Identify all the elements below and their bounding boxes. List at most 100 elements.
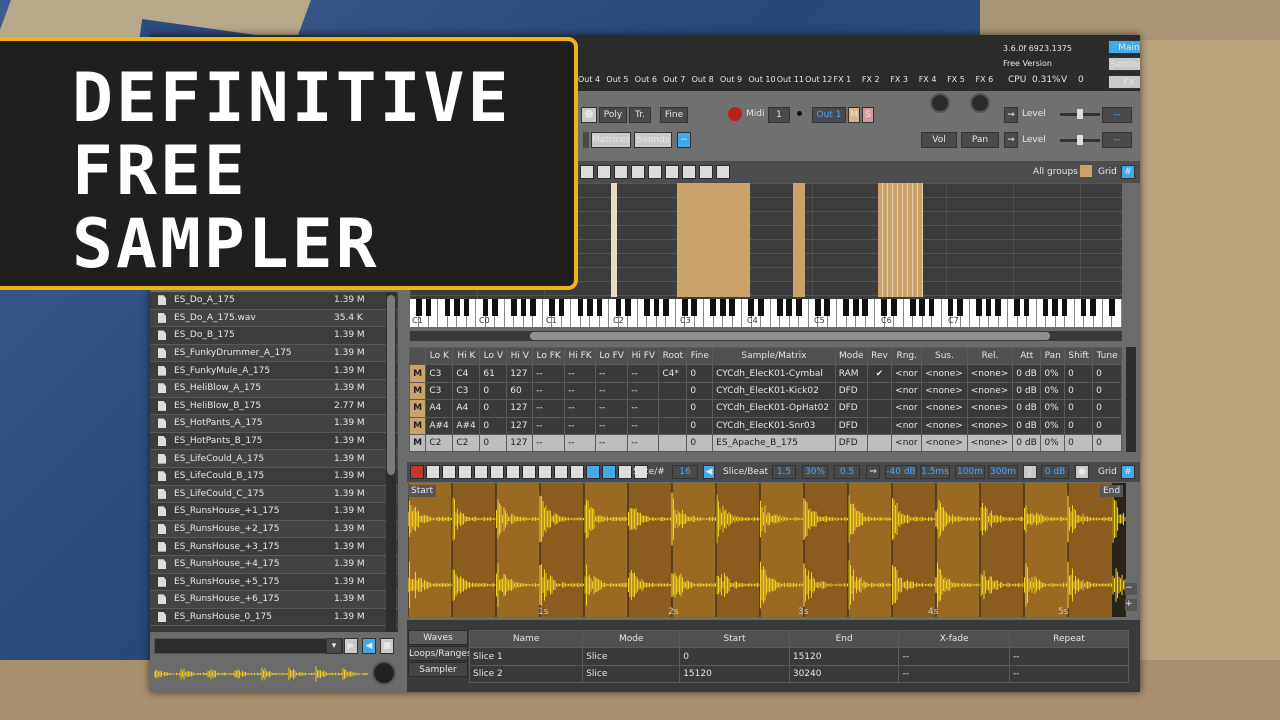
zone-cymbal[interactable]	[611, 183, 617, 297]
list-item[interactable]: ES_RunsHouse_+3_175 1.39 M	[150, 538, 398, 556]
list-item[interactable]: ES_HeliBlow_A_175 1.39 M	[150, 379, 398, 398]
sphere-icon[interactable]	[665, 165, 679, 179]
black-key[interactable]	[1014, 299, 1020, 316]
column-header[interactable]: Hi V	[506, 346, 534, 366]
table-row[interactable]: Slice 2 Slice 15120 30240 -- --	[468, 664, 1130, 684]
table-cell[interactable]: <nor	[891, 381, 923, 401]
link-icon[interactable]: ⇝	[1004, 107, 1018, 123]
black-key[interactable]	[520, 299, 527, 316]
s-tab[interactable]	[583, 132, 589, 148]
link-icon[interactable]	[618, 465, 632, 479]
table-cell[interactable]: 0	[1064, 433, 1094, 453]
knob-icon[interactable]	[930, 93, 950, 113]
marker-icon[interactable]	[522, 465, 536, 479]
slice-region[interactable]	[936, 483, 980, 617]
table-row[interactable]: M C3 C3 0 60 -- -- -- -- 0 CYCdh_ElecK01-Kick02 DFD…	[408, 381, 1122, 401]
list-item[interactable]: ES_HotPants_A_175 1.39 M	[150, 415, 398, 433]
table-cell[interactable]: 0	[1092, 433, 1122, 453]
table-row[interactable]: M C3 C4 61 127 -- -- -- -- C4* 0 CYCdh_ElecK01-Cymb…	[408, 364, 1122, 383]
table-cell[interactable]: 0 dB	[1012, 433, 1042, 453]
table-cell[interactable]: 0	[479, 433, 508, 453]
param-3[interactable]: 0.5	[834, 465, 860, 479]
table-cell[interactable]: --	[594, 381, 629, 401]
mute-cell[interactable]: M	[408, 381, 427, 401]
list-icon[interactable]	[614, 165, 628, 179]
black-key[interactable]	[957, 299, 963, 316]
level-slider-handle-2[interactable]	[1077, 135, 1083, 145]
black-key[interactable]	[795, 299, 802, 316]
output-select[interactable]: Out 1	[812, 107, 846, 123]
zone-apache[interactable]	[677, 183, 750, 297]
black-key[interactable]	[644, 299, 650, 316]
slice-count-input[interactable]: 16	[672, 465, 698, 479]
table-cell[interactable]: 0	[1092, 416, 1122, 435]
list-item[interactable]: ES_LifeCould_A_175 1.39 M	[150, 450, 398, 468]
column-header[interactable]: Sus.	[921, 346, 968, 366]
wave-grid-toggle[interactable]: #	[1121, 465, 1135, 479]
preview-volume-knob[interactable]	[372, 661, 396, 685]
table-cell[interactable]: 0 dB	[1012, 399, 1042, 418]
black-key[interactable]	[985, 299, 992, 316]
table-cell[interactable]	[866, 416, 893, 435]
column-header[interactable]: Rev	[866, 346, 893, 366]
list-item[interactable]: ES_RunsHouse_+4_175 1.39 M	[150, 555, 398, 574]
column-header[interactable]: Shift	[1064, 346, 1094, 366]
table-cell[interactable]: <none>	[921, 416, 968, 435]
table-cell[interactable]: C4*	[658, 364, 688, 383]
mapping-table[interactable]: Lo K Hi K Lo V Hi V Lo FK Hi FK Lo FV Hi FV Root…	[408, 346, 1122, 453]
midi-channel[interactable]: 1	[768, 107, 790, 123]
black-key[interactable]	[530, 299, 536, 316]
black-key[interactable]	[890, 299, 897, 316]
matrices-tab[interactable]: Matrices	[591, 132, 631, 148]
table-cell[interactable]: 127	[506, 416, 534, 435]
table-row[interactable]: M A#4 A#4 0 127 -- -- -- -- 0 CYCdh_ElecK01-Snr03 D…	[408, 416, 1122, 435]
envelope-icon[interactable]	[554, 465, 568, 479]
table-cell[interactable]: --	[564, 364, 596, 383]
table-cell[interactable]: 0	[679, 647, 790, 666]
slice-region[interactable]	[540, 483, 584, 617]
black-key[interactable]	[786, 299, 793, 316]
column-header[interactable]: End	[788, 629, 900, 649]
list-item[interactable]: ES_LifeCould_C_175 1.39 M	[150, 485, 398, 504]
slice-region[interactable]	[1068, 483, 1112, 617]
list-item[interactable]: ES_RunsHouse_+1_175 1.39 M	[150, 503, 398, 521]
table-cell[interactable]: ✔	[866, 364, 893, 383]
browser-scrollbar[interactable]	[386, 292, 396, 632]
black-key[interactable]	[947, 299, 954, 316]
table-cell[interactable]: --	[1008, 664, 1130, 684]
table-cell[interactable]: A#4	[452, 416, 481, 435]
table-cell[interactable]: CYCdh_ElecK01-OpHat02	[712, 399, 836, 418]
table-cell[interactable]: <none>	[921, 433, 968, 453]
speaker-icon[interactable]	[716, 165, 730, 179]
table-cell[interactable]: Slice	[582, 664, 681, 684]
column-header[interactable]: Fine	[686, 346, 714, 366]
table-row[interactable]: M A4 A4 0 127 -- -- -- -- 0 CYCdh_ElecK01-OpHat02 D…	[408, 399, 1122, 418]
table-cell[interactable]: --	[594, 433, 629, 453]
mute-cell[interactable]: M	[408, 433, 427, 453]
record-icon[interactable]	[410, 465, 424, 479]
black-key[interactable]	[881, 299, 888, 316]
black-key[interactable]	[757, 299, 764, 316]
keyzone-scrollbar[interactable]	[410, 331, 1122, 341]
param-2[interactable]: 30%	[802, 465, 828, 479]
black-key[interactable]	[843, 299, 850, 316]
black-key[interactable]	[511, 299, 517, 316]
param-1[interactable]: 1.5	[772, 465, 796, 479]
black-key[interactable]	[1052, 299, 1058, 316]
table-cell[interactable]: Slice 2	[468, 664, 584, 684]
black-key[interactable]	[625, 299, 631, 316]
table-cell[interactable]: --	[564, 433, 596, 453]
search-icon[interactable]	[538, 465, 552, 479]
table-cell[interactable]: <none>	[966, 381, 1014, 401]
loop-icon[interactable]	[699, 165, 713, 179]
sphere-icon[interactable]	[631, 165, 645, 179]
table-cell[interactable]	[866, 399, 893, 418]
table-cell[interactable]: --	[594, 399, 629, 418]
black-key[interactable]	[596, 299, 603, 316]
table-cell[interactable]: 0	[1064, 381, 1094, 401]
column-header[interactable]: X-fade	[898, 629, 1010, 649]
black-key[interactable]	[577, 299, 584, 316]
link-icon[interactable]: ⇝	[1004, 132, 1018, 148]
black-key[interactable]	[482, 299, 489, 316]
black-key[interactable]	[681, 299, 688, 316]
